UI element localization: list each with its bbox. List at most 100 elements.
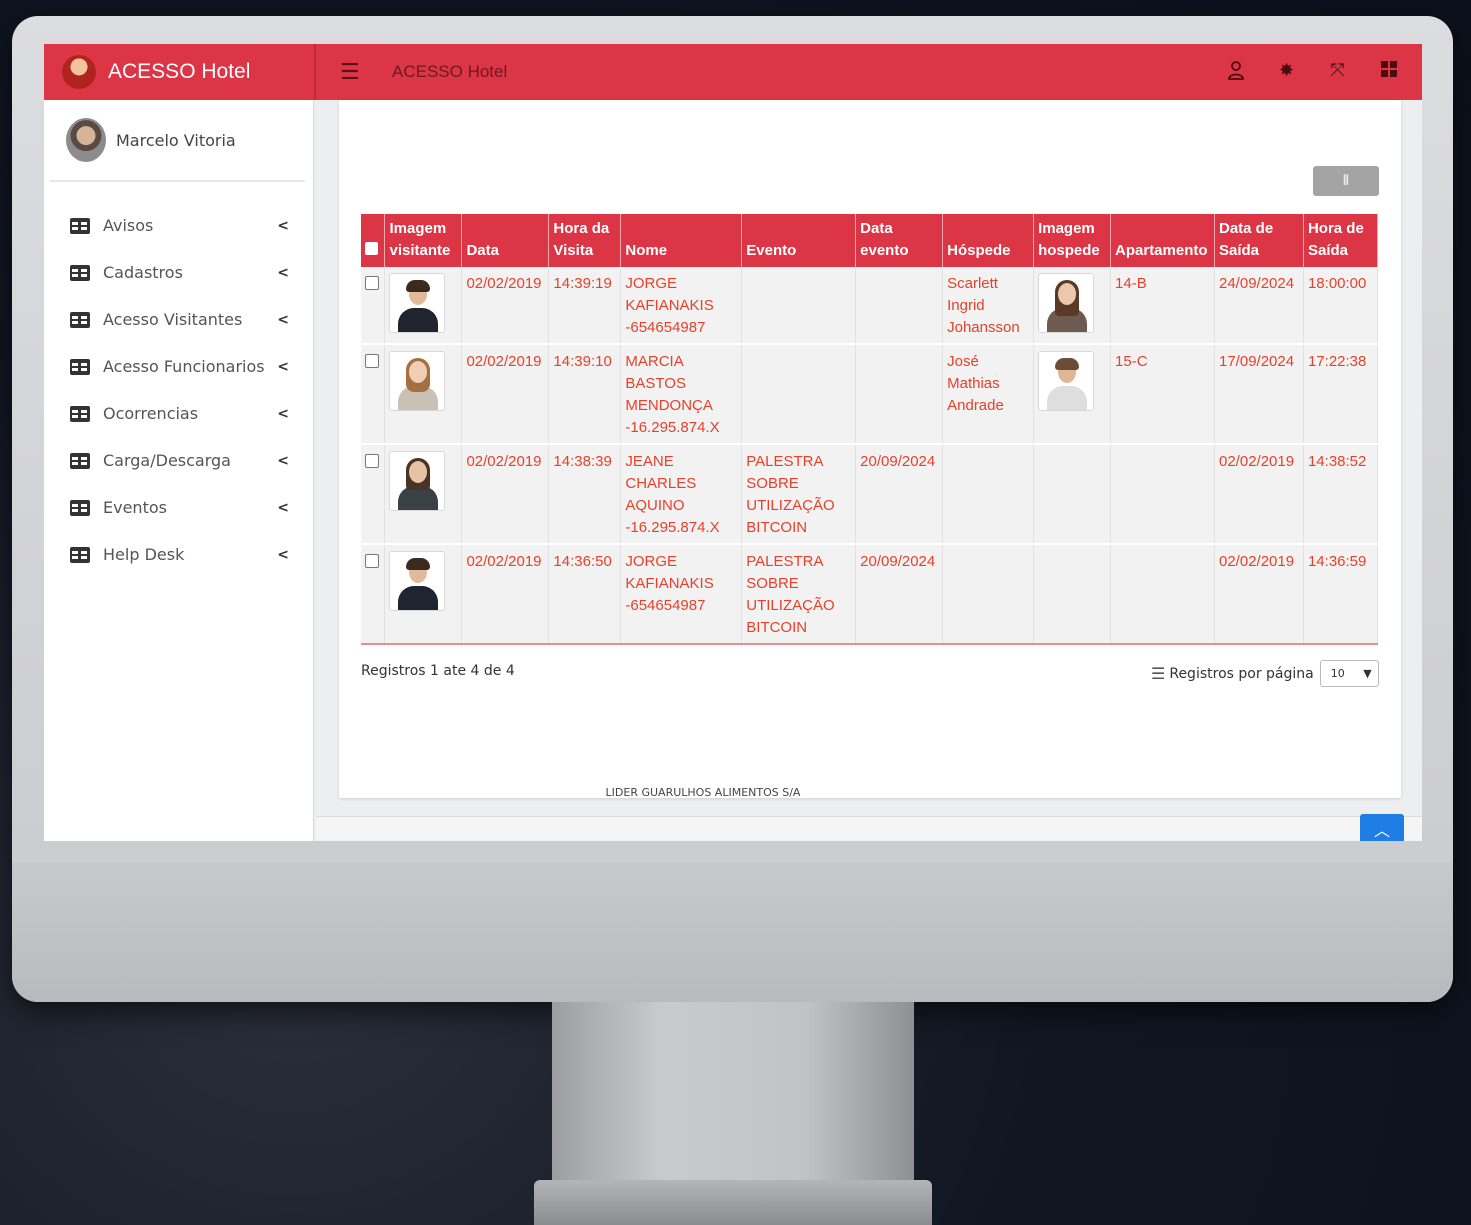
- guest-photo-cell: [1033, 444, 1112, 545]
- table-icon: [70, 499, 90, 516]
- bottom-footer-bar: [316, 816, 1422, 841]
- row-checkbox[interactable]: [365, 454, 379, 468]
- select-all-cell: [361, 214, 386, 267]
- cell-hospede: [942, 544, 1035, 645]
- sidebar-item-avisos[interactable]: Avisos <: [44, 202, 313, 249]
- cell-data: 02/02/2019: [461, 544, 550, 645]
- content-card: ⦀ Imagem visitante Data Hora da Visita N…: [339, 100, 1401, 798]
- brand-name: ACESSO Hotel: [108, 60, 251, 83]
- cell-hora-saida: 14:36:59: [1303, 544, 1379, 645]
- chevron-left-icon: <: [277, 217, 289, 234]
- cell-hora: 14:38:39: [548, 444, 622, 545]
- sidebar-item-label: Ocorrencias: [103, 404, 199, 423]
- visitor-photo: [389, 551, 446, 611]
- user-icon[interactable]: [1210, 60, 1261, 85]
- sidebar-item-eventos[interactable]: Eventos <: [44, 484, 313, 531]
- sidebar-item-label: Eventos: [103, 498, 167, 517]
- sidebar-item-cadastros[interactable]: Cadastros <: [44, 249, 313, 296]
- hamburger-icon[interactable]: ☰: [340, 60, 370, 85]
- cell-nome: JORGE KAFIANAKIS -654654987: [620, 544, 743, 645]
- cell-data-saida: 02/02/2019: [1214, 444, 1304, 545]
- col-imagem-hospede[interactable]: Imagem hospede: [1033, 214, 1112, 267]
- scroll-top-button[interactable]: ︿: [1360, 814, 1404, 841]
- brand[interactable]: ACESSO Hotel: [44, 44, 314, 100]
- user-name: Marcelo Vitoria: [116, 130, 236, 150]
- table-row[interactable]: 02/02/2019 14:38:39 JEANE CHARLES AQUINO…: [361, 444, 1379, 545]
- sidebar-item-acesso-visitantes[interactable]: Acesso Visitantes <: [44, 296, 313, 343]
- column-toggle-button[interactable]: ⦀: [1313, 166, 1379, 196]
- cell-hora-saida: 14:38:52: [1303, 444, 1379, 545]
- table-row[interactable]: 02/02/2019 14:39:19 JORGE KAFIANAKIS -65…: [361, 267, 1379, 345]
- chevron-left-icon: <: [277, 311, 289, 328]
- table-icon: [70, 405, 90, 422]
- col-evento[interactable]: Evento: [741, 214, 857, 267]
- cell-data-saida: 24/09/2024: [1214, 267, 1304, 345]
- chevron-up-icon: ︿: [1373, 821, 1390, 840]
- gear-icon[interactable]: ✸: [1261, 60, 1312, 85]
- cell-data-evento: [855, 344, 944, 445]
- visitor-photo-cell: [384, 267, 463, 345]
- sidebar-item-acesso-funcionarios[interactable]: Acesso Funcionarios <: [44, 343, 313, 390]
- col-nome[interactable]: Nome: [620, 214, 743, 267]
- chevron-down-icon: ▼: [1363, 667, 1372, 680]
- chevron-left-icon: <: [277, 546, 289, 563]
- row-select-cell: [361, 544, 386, 645]
- table-row[interactable]: 02/02/2019 14:39:10 MARCIA BASTOS MENDON…: [361, 344, 1379, 445]
- table-row[interactable]: 02/02/2019 14:36:50 JORGE KAFIANAKIS -65…: [361, 544, 1379, 645]
- row-checkbox[interactable]: [365, 276, 379, 290]
- table-icon: [70, 452, 90, 469]
- table-icon: [70, 264, 90, 281]
- list-icon: ☰: [1151, 664, 1166, 683]
- grid-icon[interactable]: [1363, 60, 1414, 85]
- cell-hora: 14:39:10: [548, 344, 622, 445]
- per-page-value: 10: [1330, 667, 1345, 680]
- visitor-photo-cell: [384, 444, 463, 545]
- visitor-photo: [389, 351, 446, 411]
- cell-nome: JEANE CHARLES AQUINO -16.295.874.X: [620, 444, 743, 545]
- per-page-control: ☰ Registros por página 10 ▼: [1151, 660, 1379, 687]
- guest-photo-cell: [1033, 267, 1112, 345]
- guest-photo-cell: [1033, 344, 1112, 445]
- cell-data-evento: [855, 267, 944, 345]
- col-imagem-visitante[interactable]: Imagem visitante: [384, 214, 463, 267]
- col-hospede[interactable]: Hóspede: [942, 214, 1035, 267]
- cell-apartamento: [1110, 444, 1215, 545]
- sidebar-item-carga-descarga[interactable]: Carga/Descarga <: [44, 437, 313, 484]
- sidebar-menu: Avisos < Cadastros < Acesso Visitantes < Ac…: [44, 202, 313, 578]
- cell-data-evento: 20/09/2024: [855, 444, 944, 545]
- select-all-checkbox[interactable]: [365, 242, 378, 255]
- cell-hora-saida: 17:22:38: [1303, 344, 1379, 445]
- visitor-photo-cell: [384, 344, 463, 445]
- cell-data-saida: 02/02/2019: [1214, 544, 1304, 645]
- col-data[interactable]: Data: [461, 214, 550, 267]
- col-data-evento[interactable]: Data evento: [855, 214, 944, 267]
- sidebar-item-label: Acesso Visitantes: [103, 310, 243, 329]
- col-apartamento[interactable]: Apartamento: [1110, 214, 1215, 267]
- sidebar-item-label: Acesso Funcionarios: [103, 357, 265, 376]
- cell-evento: [741, 267, 857, 345]
- col-hora-saida[interactable]: Hora de Saída: [1303, 214, 1379, 267]
- chevron-left-icon: <: [277, 264, 289, 281]
- col-hora-visita[interactable]: Hora da Visita: [548, 214, 622, 267]
- per-page-select[interactable]: 10 ▼: [1319, 660, 1379, 687]
- chevron-left-icon: <: [277, 452, 289, 469]
- sidebar-item-label: Avisos: [103, 216, 154, 235]
- chevron-left-icon: <: [277, 499, 289, 516]
- sidebar-item-ocorrencias[interactable]: Ocorrencias <: [44, 390, 313, 437]
- col-data-saida[interactable]: Data de Saída: [1214, 214, 1304, 267]
- guest-photo-cell: [1033, 544, 1112, 645]
- row-checkbox[interactable]: [365, 354, 379, 368]
- cell-hora: 14:36:50: [548, 544, 622, 645]
- cell-evento: PALESTRA SOBRE UTILIZAÇÃO BITCOIN: [741, 544, 857, 645]
- fullscreen-icon[interactable]: ⤧: [1312, 60, 1363, 85]
- sidebar-item-help-desk[interactable]: Help Desk <: [44, 531, 313, 578]
- cell-hospede: [942, 444, 1035, 545]
- row-checkbox[interactable]: [365, 554, 379, 568]
- sidebar-item-label: Help Desk: [103, 545, 185, 564]
- row-select-cell: [361, 444, 386, 545]
- visits-table: Imagem visitante Data Hora da Visita Nom…: [361, 214, 1379, 645]
- pagination-info: Registros 1 ate 4 de 4: [361, 663, 515, 679]
- cell-data: 02/02/2019: [461, 444, 550, 545]
- columns-icon: ⦀: [1342, 173, 1350, 189]
- user-panel[interactable]: Marcelo Vitoria: [50, 100, 305, 182]
